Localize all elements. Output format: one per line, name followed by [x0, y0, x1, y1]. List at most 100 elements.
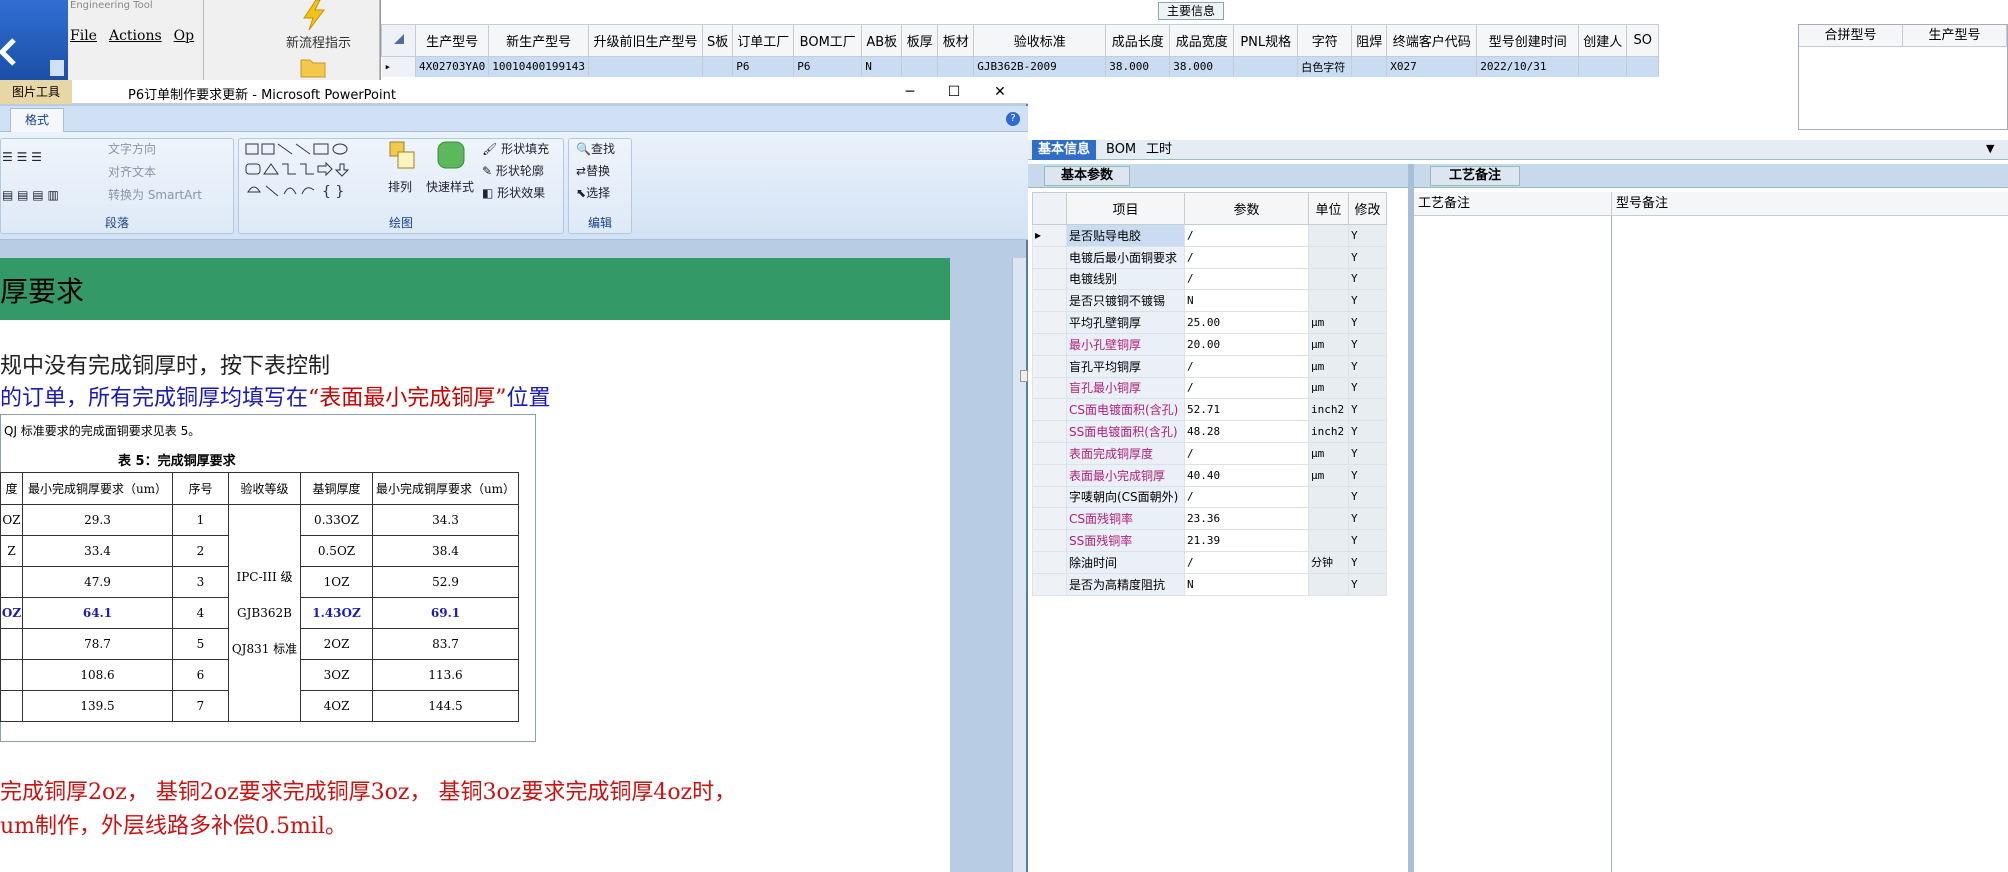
col-header[interactable]: 型号备注: [1612, 192, 1668, 215]
param-item[interactable]: 最小孔壁铜厚: [1066, 332, 1185, 356]
param-unit[interactable]: [1308, 245, 1349, 269]
table-row[interactable]: 盲孔平均铜厚 / μm Y: [1032, 354, 1387, 378]
param-modify[interactable]: Y: [1348, 289, 1387, 313]
param-value[interactable]: 52.71: [1184, 398, 1309, 422]
col-header[interactable]: 字符: [1297, 24, 1353, 57]
param-unit[interactable]: μm: [1308, 441, 1349, 465]
cell[interactable]: 38.000: [1105, 56, 1171, 77]
param-unit[interactable]: μm: [1308, 332, 1349, 356]
slide-scrollbar[interactable]: [1012, 258, 1026, 872]
table-row[interactable]: 是否只镀铜不镀锡 N Y: [1032, 289, 1387, 313]
param-unit[interactable]: [1308, 289, 1349, 313]
col-header[interactable]: AB板: [861, 24, 903, 57]
param-unit[interactable]: [1308, 507, 1349, 531]
param-item[interactable]: 电镀后最小面铜要求: [1066, 245, 1185, 269]
align-text-button[interactable]: 对齐文本: [108, 163, 156, 180]
cell[interactable]: 38.000: [1169, 56, 1235, 77]
col-header[interactable]: 合拼型号: [1799, 25, 1903, 46]
row-selector[interactable]: [1032, 245, 1067, 269]
cell[interactable]: [588, 56, 703, 77]
col-header[interactable]: 成品长度: [1105, 24, 1171, 57]
param-modify[interactable]: Y: [1348, 507, 1387, 531]
col-header[interactable]: PNL规格: [1233, 24, 1299, 57]
param-value[interactable]: 40.40: [1184, 463, 1309, 487]
param-value[interactable]: /: [1184, 354, 1309, 378]
param-modify[interactable]: Y: [1348, 311, 1387, 334]
param-value[interactable]: 21.39: [1184, 529, 1309, 552]
param-value[interactable]: /: [1184, 376, 1309, 400]
param-value[interactable]: /: [1184, 550, 1309, 574]
quick-style-icon[interactable]: [436, 140, 468, 174]
param-modify[interactable]: Y: [1348, 267, 1387, 291]
param-item[interactable]: 盲孔最小铜厚: [1066, 376, 1185, 400]
table-row[interactable]: 电镀后最小面铜要求 / Y: [1032, 245, 1387, 269]
cell[interactable]: P6: [732, 56, 795, 77]
scroll-thumb[interactable]: [1020, 370, 1028, 382]
col-header[interactable]: 单位: [1308, 192, 1349, 225]
param-modify[interactable]: Y: [1348, 398, 1387, 422]
shape-effect-button[interactable]: ◧ 形状效果: [482, 184, 545, 201]
col-header[interactable]: 验收标准: [973, 24, 1107, 57]
cell[interactable]: [1351, 56, 1388, 77]
model-notes-field[interactable]: [1612, 216, 2008, 872]
cell[interactable]: P6: [793, 56, 863, 77]
row-selector[interactable]: ▸: [1032, 224, 1067, 247]
param-value[interactable]: 48.28: [1184, 420, 1309, 443]
replace-button[interactable]: ⇄替换: [576, 162, 610, 179]
table-row[interactable]: CS面残铜率 23.36 Y: [1032, 507, 1387, 531]
tab-bom[interactable]: BOM: [1100, 140, 1142, 160]
param-item[interactable]: 平均孔壁铜厚: [1066, 311, 1185, 334]
table-row[interactable]: 表面完成铜厚度 / μm Y: [1032, 441, 1387, 465]
tab-format[interactable]: 格式: [10, 108, 64, 132]
picture-tools-tab[interactable]: 图片工具: [0, 80, 72, 104]
cell[interactable]: 10010400199143: [488, 56, 589, 77]
new-flow-button[interactable]: 新流程指示: [286, 32, 351, 51]
row-selector[interactable]: [1032, 507, 1067, 531]
back-arrow-icon[interactable]: [0, 0, 68, 80]
col-header[interactable]: 订单工厂: [732, 24, 795, 57]
row-selector[interactable]: [1032, 485, 1067, 509]
table-row[interactable]: 字唛朝向(CS面朝外) / Y: [1032, 485, 1387, 509]
cell[interactable]: GJB362B-2009: [973, 56, 1107, 77]
col-header[interactable]: 成品宽度: [1169, 24, 1235, 57]
table-row[interactable]: SS面残铜率 21.39 Y: [1032, 529, 1387, 552]
col-header[interactable]: 型号创建时间: [1476, 24, 1580, 57]
shape-fill-button[interactable]: 🖌 形状填充: [482, 140, 549, 157]
col-header[interactable]: 生产型号: [1903, 25, 2007, 46]
row-selector[interactable]: ▸: [381, 56, 416, 77]
param-item[interactable]: 表面最小完成铜厚: [1066, 463, 1185, 487]
row-selector[interactable]: [1032, 550, 1067, 574]
cell[interactable]: [901, 56, 939, 77]
param-modify[interactable]: Y: [1348, 441, 1387, 465]
param-unit[interactable]: [1308, 485, 1349, 509]
param-value[interactable]: 20.00: [1184, 332, 1309, 356]
row-selector[interactable]: [1032, 529, 1067, 552]
maximize-button[interactable]: ☐: [932, 80, 976, 104]
param-item[interactable]: 是否只镀铜不镀锡: [1066, 289, 1185, 313]
cell[interactable]: X027: [1386, 56, 1478, 77]
row-selector[interactable]: [1032, 354, 1067, 378]
param-item[interactable]: CS面电镀面积(含孔): [1066, 398, 1185, 422]
lightning-icon[interactable]: [300, 0, 328, 30]
cell[interactable]: 2022/10/31: [1476, 56, 1580, 77]
merge-model-grid[interactable]: 合拼型号 生产型号: [1798, 24, 2008, 130]
row-selector[interactable]: [1032, 441, 1067, 465]
slide-text-line[interactable]: um制作，外层线路多补偿0.5mil。: [0, 808, 347, 840]
param-value[interactable]: 23.36: [1184, 507, 1309, 531]
slide-text-line[interactable]: 规中没有完成铜厚时，按下表控制: [0, 348, 330, 380]
param-item[interactable]: SS面电镀面积(含孔): [1066, 420, 1185, 443]
text-direction-button[interactable]: 文字方向: [108, 140, 156, 157]
col-header[interactable]: 生产型号: [414, 24, 490, 57]
param-modify[interactable]: Y: [1348, 529, 1387, 552]
table-row[interactable]: 平均孔壁铜厚 25.00 μm Y: [1032, 311, 1387, 334]
basic-params-table[interactable]: 项目 参数 单位 修改 ▸ 是否贴导电胶 / Y 电镀后最小面铜要求 / Y 电镀线别 / Y 是否…: [1032, 192, 1387, 596]
col-header[interactable]: SO: [1626, 24, 1660, 57]
align-buttons-icon[interactable]: ☰ ☰ ☰: [2, 150, 42, 164]
col-header[interactable]: 创建人: [1578, 24, 1628, 57]
cell[interactable]: [1578, 56, 1628, 77]
find-button[interactable]: 🔍查找: [576, 140, 615, 157]
param-value[interactable]: /: [1184, 267, 1309, 291]
dropdown-arrow-icon[interactable]: ▼: [1986, 142, 1994, 155]
convert-smartart-button[interactable]: 转换为 SmartArt: [108, 186, 202, 203]
cell[interactable]: N: [861, 56, 903, 77]
